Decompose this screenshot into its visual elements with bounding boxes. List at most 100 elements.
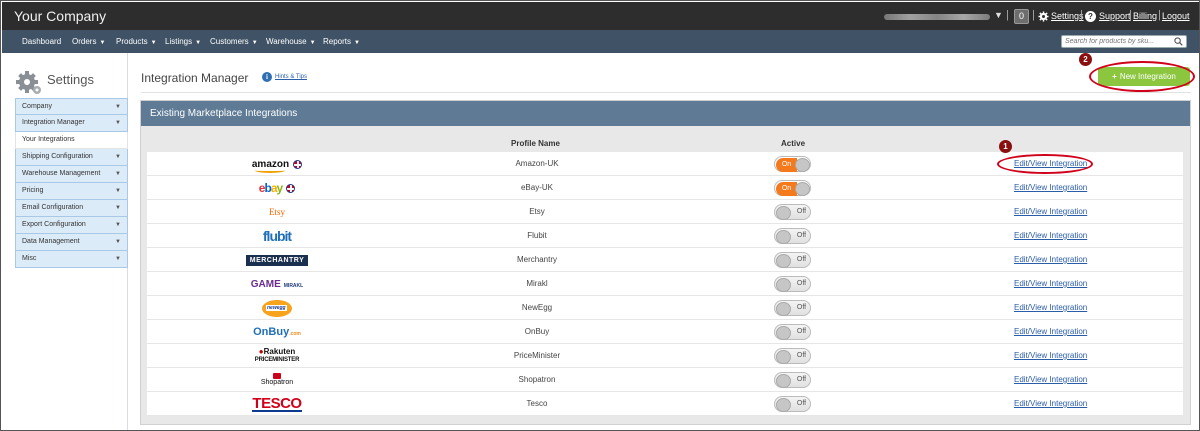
toggle-label: Off xyxy=(796,208,807,215)
edit-view-integration-link[interactable]: Edit/View Integration xyxy=(1014,248,1087,272)
active-toggle[interactable]: Off xyxy=(774,372,811,388)
column-header-active: Active xyxy=(781,139,806,148)
sidebar-item-your-integrations[interactable]: Your Integrations xyxy=(15,132,128,149)
active-toggle[interactable]: Off xyxy=(774,348,811,364)
tesco-logo: TESCO xyxy=(227,392,327,416)
edit-view-integration-link[interactable]: Edit/View Integration xyxy=(1014,296,1087,320)
nav-reports[interactable]: Reports ▼ xyxy=(317,30,366,53)
profile-name: Mirakl xyxy=(526,279,548,288)
newegg-badge: newegg xyxy=(262,299,292,317)
nav-listings[interactable]: Listings ▼ xyxy=(159,30,207,53)
table-row: newegg NewEgg Off Edit/View Integration xyxy=(147,296,1183,320)
integrations-panel: Existing Marketplace Integrations Profil… xyxy=(140,100,1191,425)
logo-text: .com xyxy=(289,331,301,337)
sidebar-item-integration-manager[interactable]: Integration Manager ▼ xyxy=(15,115,128,132)
active-toggle[interactable]: Off xyxy=(774,324,811,340)
active-toggle[interactable]: Off xyxy=(774,204,811,220)
table-row: ●Rakuten PRICEMINISTER PriceMinister Off … xyxy=(147,344,1183,368)
active-toggle[interactable]: Off xyxy=(774,252,811,268)
active-toggle[interactable]: Off xyxy=(774,276,811,292)
profile-name: Shopatron xyxy=(518,375,556,384)
toggle-knob xyxy=(776,350,791,364)
edit-view-integration-link[interactable]: Edit/View Integration xyxy=(1014,200,1087,224)
amazon-logo: amazon xyxy=(227,152,327,176)
profile-name: Etsy xyxy=(529,207,545,216)
logo-text: flubit xyxy=(262,228,292,244)
edit-view-integration-link[interactable]: Edit/View Integration xyxy=(1014,320,1087,344)
nav-orders[interactable]: Orders ▼ xyxy=(66,30,111,53)
annotation-ellipse xyxy=(1089,61,1195,92)
merchantry-logo: MERCHANTRY xyxy=(227,248,327,272)
billing-link[interactable]: Billing xyxy=(1133,11,1157,21)
hints-tips-link[interactable]: Hints & Tips xyxy=(275,74,307,80)
sidebar-item-pricing[interactable]: Pricing ▼ xyxy=(15,183,128,200)
sidebar-item-label: Your Integrations xyxy=(22,136,75,143)
sidebar-item-misc[interactable]: Misc ▼ xyxy=(15,251,128,268)
edit-view-integration-link[interactable]: Edit/View Integration xyxy=(1014,392,1087,416)
toggle-knob xyxy=(776,374,791,388)
settings-link[interactable]: Settings xyxy=(1051,11,1084,21)
separator: | xyxy=(1129,9,1132,21)
chevron-down-icon: ▼ xyxy=(115,154,121,160)
ebay-wordmark: ebay xyxy=(259,181,283,195)
column-header-profile-name: Profile Name xyxy=(511,139,560,148)
sidebar-item-email-configuration[interactable]: Email Configuration ▼ xyxy=(15,200,128,217)
app-window: Your Company ▼ | 0 | Settings | ? Suppor… xyxy=(0,0,1200,431)
edit-view-integration-link[interactable]: Edit/View Integration xyxy=(1014,344,1087,368)
table-row: TESCO Tesco Off Edit/View Integration xyxy=(147,392,1183,416)
support-link[interactable]: Support xyxy=(1099,11,1131,21)
edit-view-integration-link[interactable]: Edit/View Integration xyxy=(1014,176,1087,200)
sku-search-input[interactable] xyxy=(1065,38,1173,45)
active-toggle[interactable]: On xyxy=(774,180,811,196)
annotation-callout-1: 1 xyxy=(999,140,1012,153)
amazon-smile-icon xyxy=(254,168,285,173)
active-toggle[interactable]: On xyxy=(774,156,811,172)
sidebar-item-shipping-configuration[interactable]: Shipping Configuration ▼ xyxy=(15,149,128,166)
sku-search xyxy=(1061,35,1187,48)
user-account-name[interactable] xyxy=(884,14,990,20)
nav-products[interactable]: Products ▼ xyxy=(110,30,163,53)
toggle-knob xyxy=(776,326,791,340)
nav-dashboard[interactable]: Dashboard xyxy=(16,30,67,53)
active-toggle[interactable]: Off xyxy=(774,396,811,412)
nav-customers[interactable]: Customers ▼ xyxy=(204,30,264,53)
sidebar-item-label: Misc xyxy=(22,255,37,262)
toggle-knob xyxy=(776,278,791,292)
nav-label: Warehouse xyxy=(266,37,307,46)
chevron-down-icon: ▼ xyxy=(354,40,360,46)
logo-text: Shopatron xyxy=(260,379,294,386)
active-toggle[interactable]: Off xyxy=(774,300,811,316)
profile-name: Flubit xyxy=(527,231,547,240)
edit-view-integration-link[interactable]: Edit/View Integration xyxy=(1014,368,1087,392)
account-dropdown-icon[interactable]: ▼ xyxy=(994,10,1003,20)
edit-view-integration-link[interactable]: Edit/View Integration xyxy=(1014,224,1087,248)
sidebar-item-export-configuration[interactable]: Export Configuration ▼ xyxy=(15,217,128,234)
toggle-knob xyxy=(776,254,791,268)
settings-sidebar: Settings Company ▼ Integration Manager ▼ Y… xyxy=(2,53,128,430)
company-name: Your Company xyxy=(14,8,107,24)
separator: | xyxy=(1006,9,1009,21)
chevron-down-icon: ▼ xyxy=(115,120,121,126)
sidebar-item-data-management[interactable]: Data Management ▼ xyxy=(15,234,128,251)
sidebar-item-warehouse-management[interactable]: Warehouse Management ▼ xyxy=(15,166,128,183)
sidebar-item-label: Email Configuration xyxy=(22,204,84,211)
nav-label: Customers xyxy=(210,37,249,46)
active-toggle[interactable]: Off xyxy=(774,228,811,244)
amazon-wordmark: amazon xyxy=(252,159,289,173)
toggle-label: On xyxy=(776,158,797,172)
search-icon[interactable] xyxy=(1174,37,1183,46)
logout-link[interactable]: Logout xyxy=(1162,11,1190,21)
sidebar-item-label: Warehouse Management xyxy=(22,170,101,177)
notification-badge[interactable]: 0 xyxy=(1014,9,1029,24)
chevron-down-icon: ▼ xyxy=(115,239,121,245)
settings-title: Settings xyxy=(47,72,94,87)
sidebar-item-company[interactable]: Company ▼ xyxy=(15,98,128,115)
nav-warehouse[interactable]: Warehouse ▼ xyxy=(260,30,322,53)
edit-view-integration-link[interactable]: Edit/View Integration xyxy=(1014,272,1087,296)
logo-text: OnBuy xyxy=(253,326,290,338)
info-icon[interactable]: i xyxy=(262,72,272,82)
table-row: GAME MIRAKL Mirakl Off Edit/View Integrat… xyxy=(147,272,1183,296)
newegg-logo: newegg xyxy=(227,296,327,320)
chevron-down-icon: ▼ xyxy=(195,40,202,46)
rakuten-priceminister-logo: ●Rakuten PRICEMINISTER xyxy=(227,344,327,368)
